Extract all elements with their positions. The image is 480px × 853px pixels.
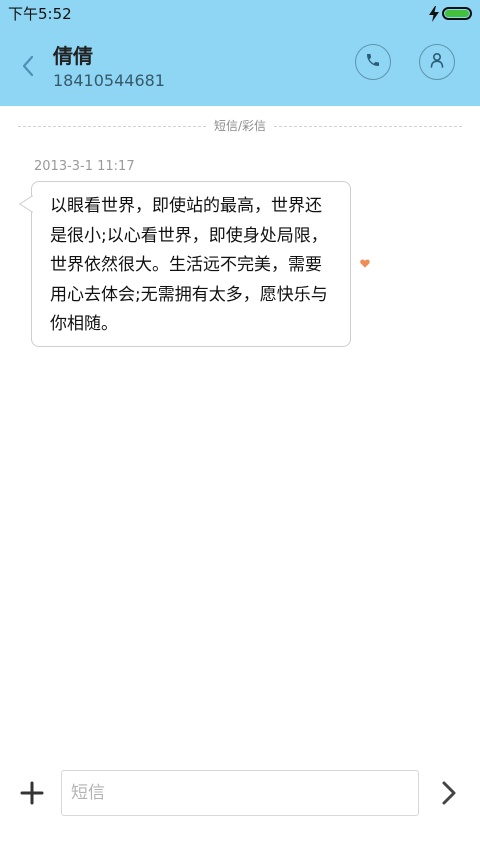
send-button[interactable] bbox=[437, 780, 461, 806]
heart-icon bbox=[360, 259, 370, 268]
contact-number: 18410544681 bbox=[53, 71, 165, 90]
chevron-left-icon bbox=[21, 54, 35, 82]
call-button[interactable] bbox=[355, 44, 391, 80]
person-icon bbox=[429, 52, 445, 72]
bubble-tail bbox=[19, 195, 33, 213]
battery-full-icon bbox=[442, 7, 472, 20]
contact-name: 倩倩 bbox=[53, 44, 93, 68]
charging-bolt-icon bbox=[428, 6, 440, 22]
chevron-right-icon bbox=[442, 781, 456, 805]
divider-line-right bbox=[274, 125, 463, 127]
divider-line-left bbox=[18, 125, 206, 127]
message-type-divider: 短信/彩信 bbox=[18, 116, 463, 136]
battery-level bbox=[445, 10, 469, 17]
contact-info-button[interactable] bbox=[419, 44, 455, 80]
composer-bar bbox=[0, 760, 480, 830]
message-input[interactable] bbox=[61, 770, 419, 816]
message-bubble[interactable]: 以眼看世界，即使站的最高，世界还是很小;以心看世界，即使身处局限，世界依然很大。… bbox=[19, 181, 351, 347]
message-text: 以眼看世界，即使站的最高，世界还是很小;以心看世界，即使身处局限，世界依然很大。… bbox=[50, 196, 328, 334]
phone-icon bbox=[365, 52, 381, 72]
conversation-header: 倩倩 18410544681 bbox=[0, 28, 480, 106]
message-timestamp: 2013-3-1 11:17 bbox=[34, 159, 135, 174]
plus-icon bbox=[20, 781, 44, 805]
status-bar: 下午5:52 bbox=[0, 0, 480, 28]
message-type-label: 短信/彩信 bbox=[213, 119, 267, 133]
add-attachment-button[interactable] bbox=[18, 779, 46, 807]
back-button[interactable] bbox=[14, 54, 42, 82]
status-time: 下午5:52 bbox=[8, 5, 72, 23]
